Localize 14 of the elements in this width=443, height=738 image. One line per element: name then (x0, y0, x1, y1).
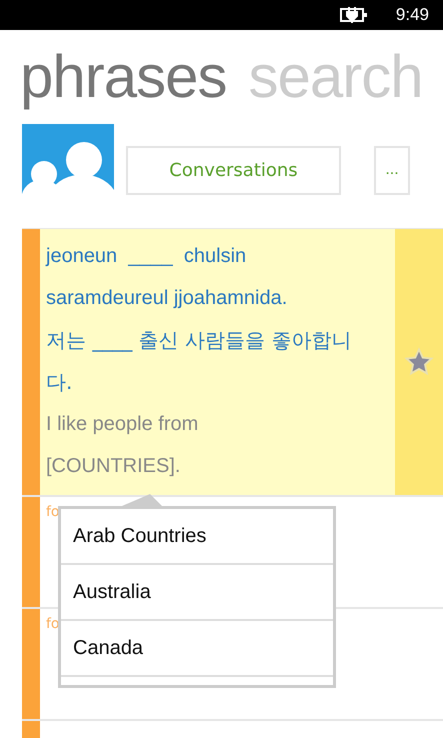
dropdown-option[interactable]: Arab Countries (61, 509, 333, 565)
category-button[interactable]: Conversations (126, 146, 341, 194)
romanized-text: jeoneun ____ chulsin saramdeureul jjoahamnida. (46, 244, 288, 311)
phrase-row[interactable]: jeoneun ____ chulsin saramdeureul jjoahamnida. 저는 ____ 출신 사람들을 좋아합니다. I like people from [COUNTRIES]. (22, 229, 443, 497)
star-icon[interactable] (404, 347, 434, 377)
clock-time: 9:49 (396, 5, 429, 25)
english-text: I like people from [COUNTRIES]. (46, 412, 200, 479)
pivot-header[interactable]: phrases (20, 42, 226, 110)
people-icon (22, 124, 114, 216)
dropdown-option[interactable]: Australia (61, 565, 333, 621)
battery-charging-icon (340, 7, 368, 23)
korean-text: 저는 ____ 출신 사람들을 좋아합니다. (46, 327, 352, 396)
dropdown-option[interactable]: Canada (61, 621, 333, 677)
more-button[interactable]: ... (374, 146, 410, 194)
